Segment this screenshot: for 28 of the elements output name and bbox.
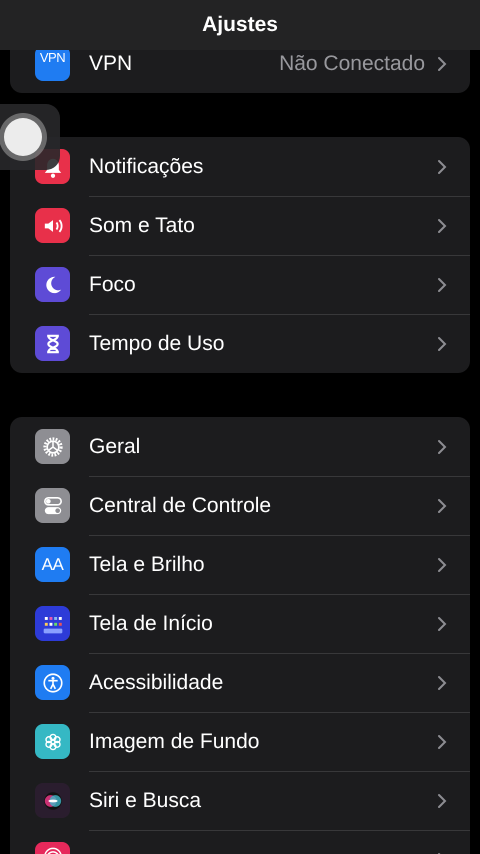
chevron-icon	[437, 158, 447, 174]
setting-item[interactable]: Tela e Brilho	[89, 553, 437, 577]
setting-item[interactable]: Foco	[89, 273, 437, 297]
setting-item[interactable]: Geral	[89, 434, 437, 458]
setting-item[interactable]: Siri e Busca	[89, 789, 437, 813]
chevron-icon	[437, 336, 447, 352]
text-size-icon: AA	[35, 547, 70, 582]
setting-item[interactable]: Tela de Início	[89, 612, 437, 636]
chevron-icon	[437, 218, 447, 234]
status-text: Não Conectado	[279, 52, 425, 76]
chevron-icon	[437, 557, 447, 573]
chevron-icon	[437, 56, 447, 72]
chevron-icon	[437, 675, 447, 691]
assistive-touch-button[interactable]	[0, 104, 60, 170]
setting-item[interactable]: Central de Controle	[89, 494, 437, 518]
chevron-icon	[437, 616, 447, 632]
setting-item[interactable]: Acessibilidade	[89, 671, 437, 695]
chevron-icon	[437, 277, 447, 293]
setting-item[interactable]: Notificações	[89, 154, 437, 178]
chevron-icon	[437, 498, 447, 514]
setting-item[interactable]: Tempo de Uso	[89, 332, 437, 356]
setting-item[interactable]: VPN	[89, 52, 280, 76]
setting-item[interactable]: Som e Tato	[89, 214, 437, 238]
page-title: Ajustes	[202, 13, 278, 37]
chevron-icon	[437, 734, 447, 750]
chevron-icon	[437, 793, 447, 809]
chevron-icon	[437, 438, 447, 454]
setting-item[interactable]: Imagem de Fundo	[89, 730, 437, 754]
